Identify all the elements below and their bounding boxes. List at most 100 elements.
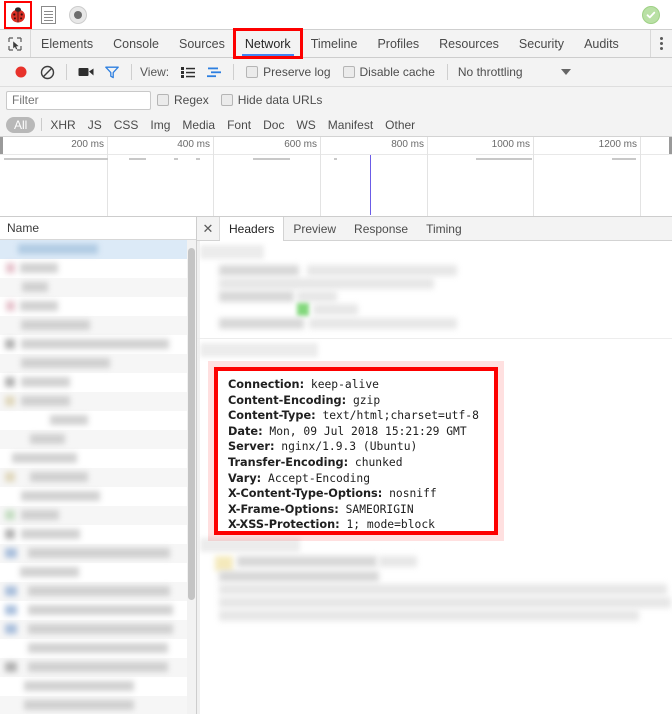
- tab-console[interactable]: Console: [103, 30, 169, 57]
- tab-elements[interactable]: Elements: [31, 30, 103, 57]
- browser-chrome-bar: [0, 0, 672, 30]
- table-row[interactable]: [0, 449, 196, 468]
- document-icon[interactable]: [36, 3, 60, 27]
- table-row[interactable]: [0, 639, 196, 658]
- tab-response[interactable]: Response: [345, 217, 417, 240]
- table-row[interactable]: [0, 297, 196, 316]
- disable-cache-checkbox[interactable]: Disable cache: [343, 65, 435, 79]
- response-headers-list[interactable]: Connection: keep-alive Content-Encoding:…: [228, 377, 479, 533]
- view-list-button[interactable]: [175, 60, 201, 84]
- clear-button[interactable]: [34, 60, 60, 84]
- overview-ruler: 200 ms 400 ms 600 ms 800 ms 1000 ms 1200…: [0, 137, 672, 155]
- tab-network[interactable]: Network: [235, 30, 301, 57]
- throttling-select[interactable]: No throttling: [458, 65, 571, 79]
- tab-resources[interactable]: Resources: [429, 30, 509, 57]
- header-value: gzip: [353, 394, 380, 407]
- regex-checkbox[interactable]: Regex: [157, 93, 209, 107]
- request-list-scrollbar[interactable]: [187, 240, 196, 714]
- tab-timing[interactable]: Timing: [417, 217, 471, 240]
- capture-screenshots-button[interactable]: [73, 60, 99, 84]
- overview-tick-label: 1200 ms: [599, 139, 637, 150]
- devtools-more-button[interactable]: [650, 30, 672, 57]
- table-row[interactable]: [0, 601, 196, 620]
- table-row[interactable]: [0, 582, 196, 601]
- tab-profiles[interactable]: Profiles: [367, 30, 429, 57]
- table-row[interactable]: [0, 373, 196, 392]
- table-row[interactable]: [0, 563, 196, 582]
- request-rows[interactable]: [0, 240, 196, 714]
- table-row[interactable]: [0, 240, 196, 259]
- table-row[interactable]: [0, 544, 196, 563]
- preserve-log-checkbox[interactable]: Preserve log: [246, 65, 330, 79]
- table-row[interactable]: [0, 354, 196, 373]
- table-row[interactable]: [0, 411, 196, 430]
- redacted-field-value: [219, 278, 434, 289]
- kebab-menu-icon: [660, 42, 663, 45]
- redacted-text: [21, 377, 70, 387]
- request-list-header[interactable]: Name: [0, 217, 196, 240]
- table-row[interactable]: [0, 506, 196, 525]
- type-filter-all[interactable]: All: [6, 117, 35, 133]
- type-filter-css[interactable]: CSS: [114, 118, 139, 132]
- tab-timeline[interactable]: Timeline: [301, 30, 368, 57]
- tab-security[interactable]: Security: [509, 30, 574, 57]
- table-row[interactable]: [0, 278, 196, 297]
- header-key: Content-Type:: [228, 409, 316, 422]
- section-header-response-headers-redacted[interactable]: [200, 343, 318, 357]
- close-details-button[interactable]: ✕: [197, 217, 220, 240]
- preserve-log-box: [246, 66, 258, 78]
- tab-sources[interactable]: Sources: [169, 30, 235, 57]
- table-row[interactable]: [0, 316, 196, 335]
- overview-dom-content-loaded-marker: [370, 155, 371, 215]
- overview-request-bar: [334, 158, 337, 160]
- green-check-icon[interactable]: [642, 6, 660, 24]
- record-red-dot-icon: [14, 65, 28, 79]
- network-overview[interactable]: 200 ms 400 ms 600 ms 800 ms 1000 ms 1200…: [0, 137, 672, 217]
- overview-tick-label: 1000 ms: [492, 139, 530, 150]
- scrollbar-thumb[interactable]: [188, 248, 195, 600]
- toolbar-divider-3: [233, 64, 234, 80]
- redacted-text: [30, 434, 65, 444]
- search-input[interactable]: [6, 91, 151, 110]
- table-row[interactable]: [0, 468, 196, 487]
- hide-data-urls-checkbox[interactable]: Hide data URLs: [221, 93, 323, 107]
- filter-toggle-button[interactable]: [99, 60, 125, 84]
- type-filter-manifest[interactable]: Manifest: [328, 118, 373, 132]
- header-value: Accept-Encoding: [268, 472, 370, 485]
- record-button[interactable]: [8, 60, 34, 84]
- type-filter-img[interactable]: Img: [150, 118, 170, 132]
- table-row[interactable]: [0, 392, 196, 411]
- table-row[interactable]: [0, 696, 196, 714]
- table-row[interactable]: [0, 525, 196, 544]
- overview-tick: 400 ms: [213, 137, 214, 216]
- table-row[interactable]: [0, 658, 196, 677]
- type-filter-media[interactable]: Media: [182, 118, 215, 132]
- network-toolbar: View: Preserve log Disable cache: [0, 58, 672, 87]
- header-value: nosniff: [389, 487, 437, 500]
- record-icon[interactable]: [66, 3, 90, 27]
- view-waterfall-button[interactable]: [201, 60, 227, 84]
- type-filter-xhr[interactable]: XHR: [50, 118, 75, 132]
- table-row[interactable]: [0, 259, 196, 278]
- tab-preview[interactable]: Preview: [284, 217, 345, 240]
- type-filter-js[interactable]: JS: [88, 118, 102, 132]
- table-row[interactable]: [0, 430, 196, 449]
- table-row[interactable]: [0, 620, 196, 639]
- table-row[interactable]: [0, 335, 196, 354]
- type-filter-font[interactable]: Font: [227, 118, 251, 132]
- tab-audits[interactable]: Audits: [574, 30, 629, 57]
- overview-tick: 800 ms: [427, 137, 428, 216]
- overview-left-handle[interactable]: [0, 137, 3, 154]
- type-filter-ws[interactable]: WS: [296, 118, 315, 132]
- tab-headers[interactable]: Headers: [220, 217, 284, 241]
- type-filter-doc[interactable]: Doc: [263, 118, 284, 132]
- redacted-field-value: [219, 571, 379, 582]
- redacted-icon: [5, 396, 15, 406]
- ladybug-icon[interactable]: [6, 3, 30, 27]
- table-row[interactable]: [0, 487, 196, 506]
- type-filter-other[interactable]: Other: [385, 118, 415, 132]
- section-header-general-redacted[interactable]: [200, 245, 264, 259]
- table-row[interactable]: [0, 677, 196, 696]
- inspect-element-button[interactable]: [0, 30, 31, 57]
- redacted-field-value: [309, 318, 457, 329]
